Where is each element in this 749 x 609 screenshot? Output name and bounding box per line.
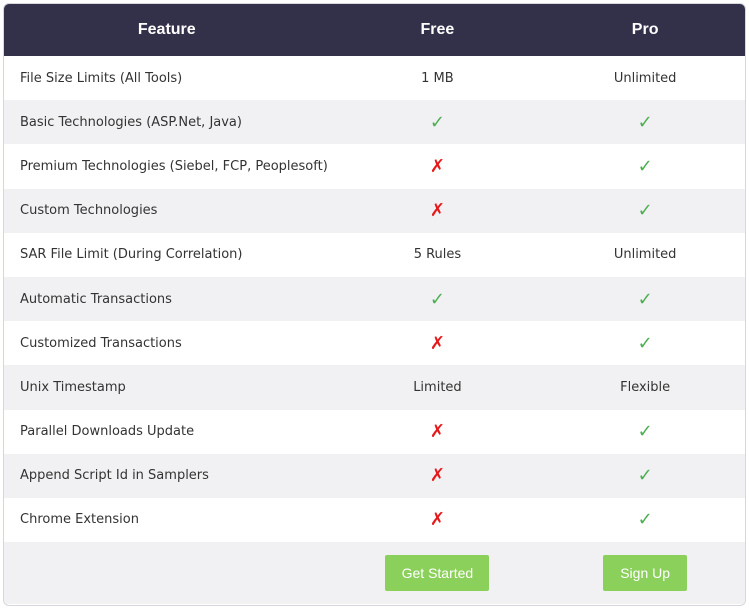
table-footer: Get Started Sign Up <box>4 542 745 605</box>
table-row: Parallel Downloads Update ✗ ✓ <box>4 410 745 454</box>
feature-name: Unix Timestamp <box>20 379 126 395</box>
header-pro: Pro <box>631 21 659 38</box>
table-row: Custom Technologies ✗ ✓ <box>4 188 745 233</box>
feature-name: Premium Technologies (Siebel, FCP, Peopl… <box>20 158 328 174</box>
feature-name: Append Script Id in Samplers <box>20 468 209 484</box>
table-row: Unix Timestamp Limited Flexible <box>4 365 745 410</box>
check-icon: ✓ <box>637 421 653 443</box>
free-value: Limited <box>413 379 462 395</box>
table-row: Chrome Extension ✗ ✓ <box>4 498 745 542</box>
table-header: Feature Free Pro <box>4 4 745 56</box>
table-row: Customized Transactions ✗ ✓ <box>4 321 745 365</box>
cross-icon: ✗ <box>429 421 445 443</box>
cross-icon: ✗ <box>429 200 445 222</box>
check-icon: ✓ <box>637 465 653 487</box>
feature-name: File Size Limits (All Tools) <box>20 70 183 86</box>
pro-value: Flexible <box>620 379 671 395</box>
feature-name: Custom Technologies <box>20 203 158 219</box>
table-row: Automatic Transactions ✓ ✓ <box>4 276 745 322</box>
table-row: Append Script Id in Samplers ✗ ✓ <box>4 453 745 498</box>
table-row: Basic Technologies (ASP.Net, Java) ✓ ✓ <box>4 100 745 145</box>
free-value: 5 Rules <box>413 247 462 263</box>
pricing-comparison-table: Feature Free Pro File Size Limits (All T… <box>3 3 746 606</box>
feature-name: Chrome Extension <box>20 512 139 528</box>
get-started-button[interactable]: Get Started <box>385 555 490 592</box>
cross-icon: ✗ <box>429 155 445 177</box>
check-icon: ✓ <box>637 332 653 354</box>
feature-name: Basic Technologies (ASP.Net, Java) <box>20 114 242 130</box>
feature-name: Customized Transactions <box>20 335 182 351</box>
cross-icon: ✗ <box>429 465 445 487</box>
check-icon: ✓ <box>637 288 653 310</box>
cross-icon: ✗ <box>429 509 445 531</box>
sign-up-button[interactable]: Sign Up <box>603 555 688 592</box>
check-icon: ✓ <box>637 509 653 531</box>
check-icon: ✓ <box>637 200 653 222</box>
check-icon: ✓ <box>637 155 653 177</box>
check-icon: ✓ <box>429 288 445 310</box>
table-row: SAR File Limit (During Correlation) 5 Rul… <box>4 233 745 277</box>
feature-name: Parallel Downloads Update <box>20 424 195 440</box>
cross-icon: ✗ <box>429 332 445 354</box>
pro-value: Unlimited <box>613 247 677 263</box>
header-free: Free <box>420 21 455 38</box>
free-value: 1 MB <box>421 70 454 86</box>
feature-name: SAR File Limit (During Correlation) <box>20 247 243 263</box>
table-row: File Size Limits (All Tools) 1 MB Unlimite… <box>4 56 745 100</box>
table-row: Premium Technologies (Siebel, FCP, Peopl… <box>4 144 745 188</box>
check-icon: ✓ <box>637 111 653 133</box>
pro-value: Unlimited <box>613 70 677 86</box>
check-icon: ✓ <box>429 111 445 133</box>
feature-name: Automatic Transactions <box>20 291 172 307</box>
header-feature: Feature <box>137 21 196 38</box>
